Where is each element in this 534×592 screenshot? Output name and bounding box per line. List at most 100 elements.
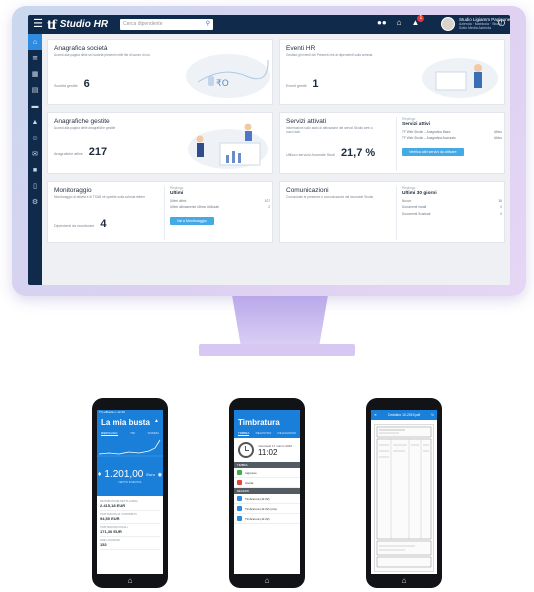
- metric-label: Eventi gestiti: [286, 84, 307, 88]
- home-button-icon[interactable]: ⌂: [261, 576, 273, 585]
- sidebar-settings-icon[interactable]: ⚙: [28, 194, 42, 210]
- metric-value: 1: [312, 78, 319, 90]
- eye-icon[interactable]: ◉: [158, 472, 162, 478]
- sidebar-home-icon[interactable]: ⌂: [28, 34, 42, 50]
- item-label: Ingresso: [245, 470, 257, 475]
- card-title: Monitoraggio: [54, 187, 92, 194]
- uscita-button[interactable]: Uscita: [234, 478, 300, 488]
- users-icon[interactable]: ●●: [377, 18, 387, 27]
- sidebar-file-icon[interactable]: ▦: [28, 66, 42, 82]
- vai-monitoraggio-button[interactable]: Vai a Monitoraggio: [170, 217, 214, 225]
- row-value: 2: [268, 205, 270, 209]
- monitor-stand-base: [199, 344, 355, 356]
- card-servizi-attivati[interactable]: Servizi attivati Informazioni sullo stat…: [279, 112, 505, 174]
- bell-icon[interactable]: ▲ 1: [412, 15, 425, 27]
- card-title: Eventi HR: [286, 45, 316, 52]
- panel-title: Ultimi 30 giorni: [402, 191, 437, 196]
- row-value: 0: [500, 211, 502, 216]
- monitor-stand-neck: [232, 296, 328, 344]
- current-time-panel: mercoledì 17 marzo 2020 11:02: [234, 438, 300, 462]
- sidebar-person-icon[interactable]: ☺: [28, 130, 42, 146]
- sidebar-document-icon[interactable]: ▤: [28, 82, 42, 98]
- amount-value: 1.201,00: [104, 469, 144, 480]
- row-label: Nuovo: [402, 198, 412, 203]
- share-icon[interactable]: ▲: [154, 418, 159, 424]
- item-label: Timbratura (11:02) (ora): [245, 506, 277, 511]
- menu-icon[interactable]: ☰: [31, 17, 45, 31]
- close-icon[interactable]: ✕: [374, 413, 377, 417]
- card-monitoraggio[interactable]: Monitoraggio Monitoraggio di attività e …: [47, 181, 273, 243]
- entry-icon: [237, 470, 242, 475]
- salary-trend-icon: [97, 439, 163, 457]
- verifica-servizi-button[interactable]: Verifica altri servizi da attivare: [402, 148, 464, 156]
- tab-somma[interactable]: SOMMA: [148, 431, 159, 436]
- tab-riepilogo[interactable]: RIEPILOGO: [101, 431, 118, 436]
- card-anagrafica-societa[interactable]: Anagrafica società Accedi alla pagina de…: [47, 39, 273, 105]
- eventi-illustration-icon: [422, 58, 498, 98]
- card-title: Anagrafiche gestite: [54, 118, 110, 125]
- tab-registro[interactable]: REGISTRO: [256, 431, 272, 436]
- stamp-icon: [237, 516, 242, 521]
- list-item[interactable]: Timbratura (11:02): [234, 514, 300, 524]
- card-title: Comunicazioni: [286, 187, 329, 194]
- row-label: Documenti Scaricati: [402, 211, 431, 216]
- user-subtitle-2: Sotto Media Azienda: [459, 26, 492, 30]
- phone-screen: Tf LaBusta •• 12:10 La mia busta ▲ RIEPI…: [97, 410, 163, 574]
- exit-icon: [237, 480, 242, 485]
- list-item[interactable]: RETRIBUZIONE NETTA LORDA 2.415,18 EUR: [100, 498, 160, 511]
- phone-screen: ✕ Cedolino 10-2019.pdf ↻: [371, 410, 437, 574]
- desktop-screen: ☰ tf Studio HR Cerca dipendente ⚲ ●● ⌂ ▲…: [28, 15, 510, 285]
- comunicazioni-summary-panel: Riepilogo Ultimi 30 giorni Nuovo 36 Docum…: [396, 186, 502, 240]
- sidebar-chat-icon[interactable]: ✉: [28, 146, 42, 162]
- sidebar-mail-icon[interactable]: ▯: [28, 178, 42, 194]
- card-description: Accedi alla pagina delle anagrafiche ges…: [54, 126, 116, 130]
- tab-rilevazioni[interactable]: RILEVAZIONI: [278, 431, 296, 436]
- user-info[interactable]: Studio Ligiamm Paginone... Azienda · Mat…: [459, 17, 510, 30]
- sidebar-org-chart-icon[interactable]: ▲: [28, 114, 42, 130]
- payslip-document-icon: [376, 426, 432, 568]
- card-metric: Anagrafiche attive 217: [54, 146, 107, 158]
- desktop-monitor: ☰ tf Studio HR Cerca dipendente ⚲ ●● ⌂ ▲…: [12, 6, 526, 296]
- amount-currency: Euro: [146, 472, 155, 477]
- servizi-summary-panel: Riepilogo Servizi attivi TF Web Studio –…: [396, 117, 502, 171]
- list-item-value: 94,50 EUR: [100, 516, 120, 521]
- list-item[interactable]: TRATTENUTE FISCALI 171,30 EUR: [100, 524, 160, 537]
- topbar-icons: ●● ⌂ ▲ 1: [377, 15, 425, 27]
- item-label: Timbratura (11:02): [245, 516, 270, 521]
- notification-badge: 1: [417, 15, 425, 22]
- panel-row: Documenti inviati 0: [402, 205, 502, 209]
- list-item[interactable]: Timbratura (11:02) (ora): [234, 504, 300, 514]
- ingresso-button[interactable]: Ingresso: [234, 468, 300, 478]
- list-item[interactable]: ORE LAVORATE 152: [100, 537, 160, 550]
- net-amount: ♦ 1.201,00 Euro ◉: [97, 469, 163, 480]
- card-comunicazioni[interactable]: Comunicazioni Comunicate le presenze e c…: [279, 181, 505, 243]
- power-icon[interactable]: ⏻: [498, 18, 505, 29]
- phone-screen: Timbratura TIMBRA REGISTRO RILEVAZIONI m…: [234, 410, 300, 574]
- societa-illustration-icon: ₹O: [186, 54, 270, 98]
- panel-row: Ultimi ultimamente Ultimo Utilizzati 2: [170, 205, 270, 209]
- list-item[interactable]: TRATTENUTE DI CONTRIBUTI 94,50 EUR: [100, 511, 160, 524]
- share-icon[interactable]: ↻: [431, 413, 434, 417]
- tab-tri[interactable]: TRI: [130, 431, 135, 436]
- brand[interactable]: tf Studio HR: [47, 17, 108, 32]
- panel-label: Riepilogo: [402, 117, 416, 121]
- list-item[interactable]: Timbratura (11:02): [234, 494, 300, 504]
- stamp-icon: [237, 506, 242, 511]
- pdf-document: [374, 424, 434, 572]
- home-button-icon[interactable]: ⌂: [398, 576, 410, 585]
- panel-row: TF Web Studio – Anagrafica Basic Attivo: [402, 130, 502, 134]
- panel-title: Servizi attivi: [402, 122, 430, 127]
- tab-timbra[interactable]: TIMBRA: [238, 431, 250, 436]
- home-button-icon[interactable]: ⌂: [124, 576, 136, 585]
- avatar[interactable]: [441, 17, 455, 31]
- card-anagrafiche-gestite[interactable]: Anagrafiche gestite Accedi alla pagina d…: [47, 112, 273, 174]
- sidebar-folder-icon[interactable]: ■: [28, 162, 42, 178]
- home-icon[interactable]: ⌂: [397, 18, 402, 27]
- search-input[interactable]: Cerca dipendente ⚲: [120, 19, 213, 30]
- search-icon[interactable]: ⚲: [206, 20, 210, 27]
- phone-busta: Tf LaBusta •• 12:10 La mia busta ▲ RIEPI…: [92, 398, 168, 588]
- card-eventi-hr[interactable]: Eventi HR Gestisci gli eventi dei Presen…: [279, 39, 505, 105]
- card-metric: Eventi gestiti 1: [286, 78, 319, 90]
- sidebar-card-icon[interactable]: ▬: [28, 98, 42, 114]
- sidebar-users-icon[interactable]: ≅: [28, 50, 42, 66]
